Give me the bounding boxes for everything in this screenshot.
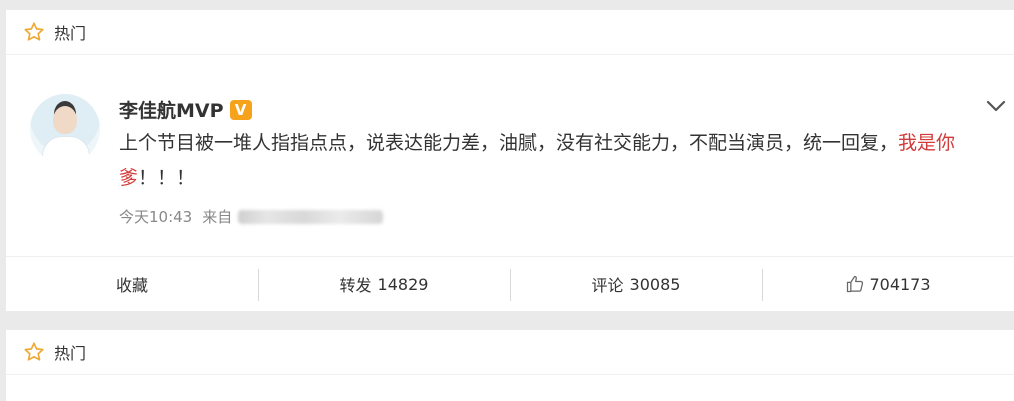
like-count: 704173 (869, 274, 931, 294)
post-text-main: 上个节目被一堆人指指点点，说表达能力差，油腻，没有社交能力，不配当演员，统一回复… (119, 132, 899, 154)
author-name[interactable]: 李佳航MVP (119, 96, 224, 123)
comment-label: 评论 (591, 276, 624, 295)
repost-button[interactable]: 转发 14829 (258, 257, 510, 311)
post-time[interactable]: 今天10:43 (119, 206, 192, 227)
blurred-source (238, 209, 384, 224)
feed-card: 热门 李佳航MVP V 上个节目被一堆人指指点点，说表达能力差，油腻，没有社交能… (6, 10, 1014, 311)
like-button[interactable]: 704173 (762, 257, 1014, 311)
repost-label: 转发 (339, 276, 372, 295)
comment-count: 30085 (629, 274, 681, 294)
post-text-tail: ！！！ (138, 167, 196, 189)
chevron-down-icon[interactable] (982, 92, 1010, 120)
avatar-face (53, 106, 77, 134)
star-icon (22, 20, 46, 44)
post-content: 上个节目被一堆人指指点点，说表达能力差，油腻，没有社交能力，不配当演员，统一回复… (119, 126, 999, 196)
favorite-button[interactable]: 收藏 (6, 257, 258, 311)
thumbs-up-icon (845, 274, 865, 294)
avatar-shirt (42, 136, 90, 164)
hot-section-header: 热门 (6, 10, 1014, 55)
verified-badge-icon: V (229, 99, 252, 120)
feed-card-2: 热门 (6, 330, 1014, 401)
post-actions: 收藏 转发 14829 评论 30085 704173 (6, 256, 1014, 311)
hot-label: 热门 (54, 24, 87, 43)
avatar[interactable] (30, 94, 100, 164)
post-meta: 今天10:43 来自 (119, 206, 384, 227)
favorite-label: 收藏 (115, 276, 148, 295)
hot-section-header-2: 热门 (6, 330, 1014, 375)
weibo-post: 李佳航MVP V 上个节目被一堆人指指点点，说表达能力差，油腻，没有社交能力，不… (6, 54, 1014, 256)
star-icon (22, 340, 46, 364)
comment-button[interactable]: 评论 30085 (510, 257, 762, 311)
source-label: 来自 (202, 208, 233, 226)
repost-count: 14829 (377, 274, 429, 294)
hot-label-2: 热门 (54, 344, 87, 363)
author-row: 李佳航MVP V (119, 96, 252, 123)
